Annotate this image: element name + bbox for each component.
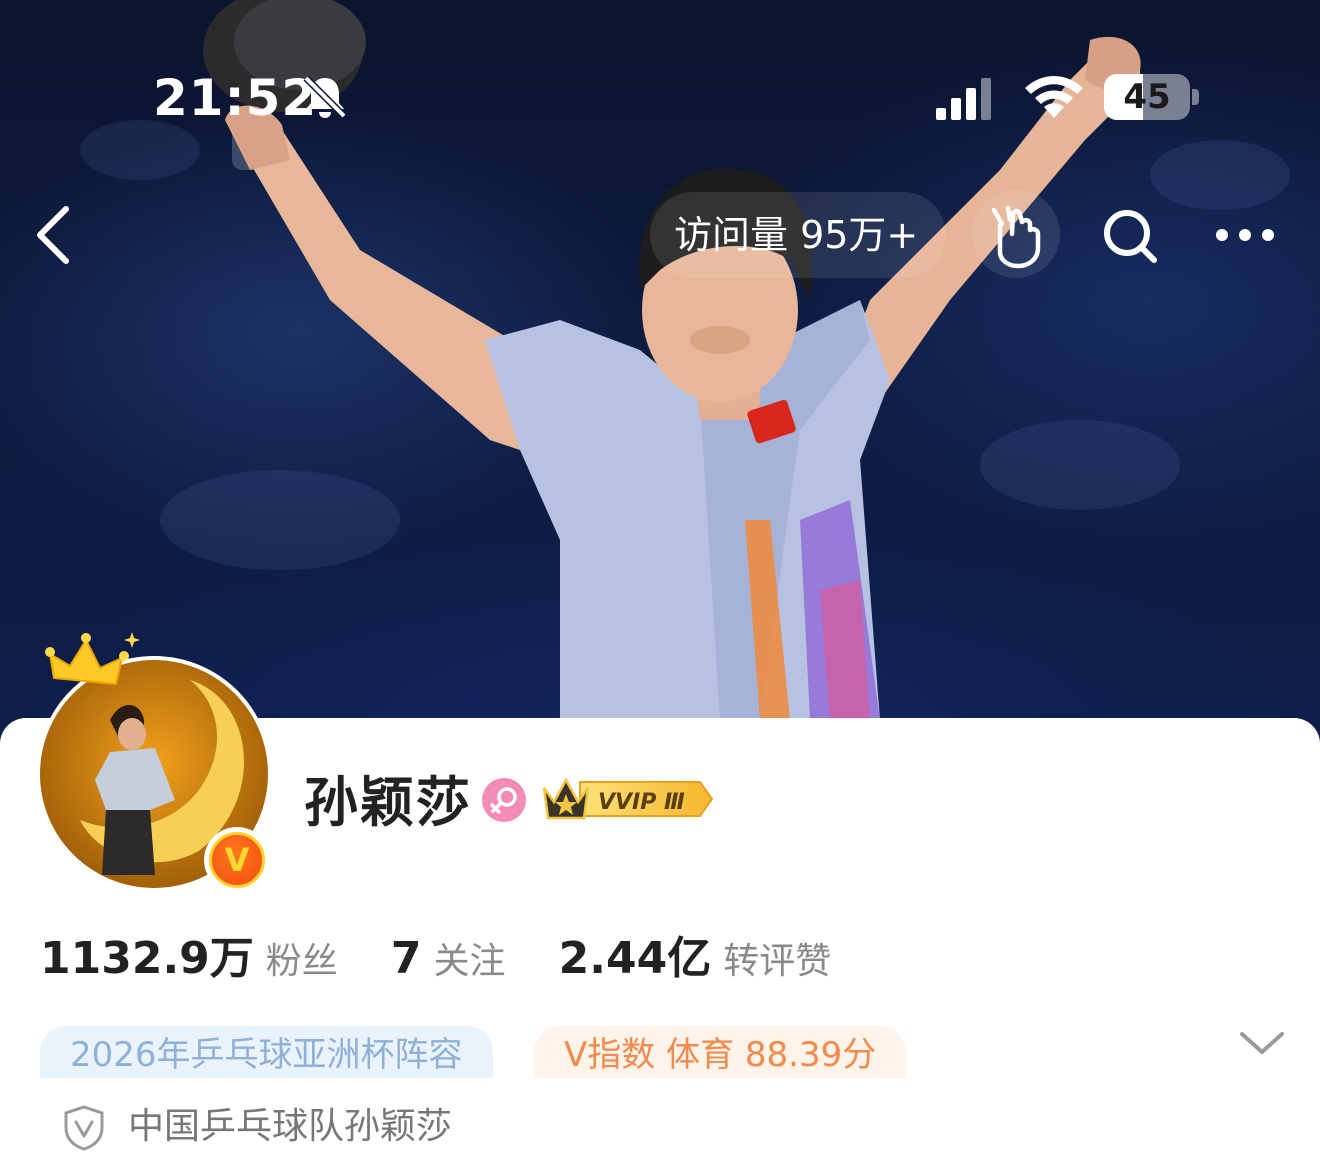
heart-hands-icon [991,205,1041,269]
stat-likes[interactable]: 2.44亿 转评赞 [559,922,832,986]
verified-badge: V [204,827,270,893]
heart-hands-button[interactable] [972,190,1060,278]
stat-label: 转评赞 [723,941,832,982]
stat-following[interactable]: 7 关注 [391,932,506,984]
tag-lineup[interactable]: 2026年乒乓球亚洲杯阵容 [40,1026,493,1078]
back-button[interactable] [30,203,80,267]
stat-label: 关注 [433,941,506,982]
battery-level: 45 [1123,77,1171,117]
more-button[interactable] [1212,215,1278,255]
stat-value: 7 [390,933,422,984]
verified-badge-v: V [209,832,265,888]
wifi-icon [1025,76,1083,118]
stat-label: 粉丝 [265,941,338,982]
shield-v-icon [64,1105,104,1151]
vvip-badge-graphic: VVIP Ⅲ [542,777,714,820]
battery-cap [1192,89,1199,105]
search-button[interactable] [1100,206,1160,266]
crown-icon [45,632,140,686]
signal-icon [936,78,991,120]
vvip-badge[interactable]: VVIP Ⅲ [540,772,716,826]
tag-v-index[interactable]: V指数 体育 88.39分 [534,1026,907,1078]
stat-value: 1132.9万 [40,933,254,984]
vvip-label: VVIP Ⅲ [598,790,685,815]
battery-body: 45 [1104,74,1190,120]
profile-name: 孙颖莎 [304,771,472,834]
female-icon [482,778,526,822]
battery-icon: 45 [1104,74,1200,120]
bell-muted-icon [303,75,347,119]
visits-count[interactable]: 访问量 95万+ [674,212,918,258]
stats-row: 1132.9万 粉丝 7 关注 2.44亿 转评赞 [40,922,879,984]
status-time: 21:52 [153,69,318,127]
expand-button[interactable] [1236,1026,1288,1062]
stat-followers[interactable]: 1132.9万 粉丝 [40,922,338,986]
verification-text: 中国乒乓球队孙颖莎 [128,1106,453,1147]
stat-value: 2.44亿 [558,933,712,984]
female-symbol [490,787,517,814]
